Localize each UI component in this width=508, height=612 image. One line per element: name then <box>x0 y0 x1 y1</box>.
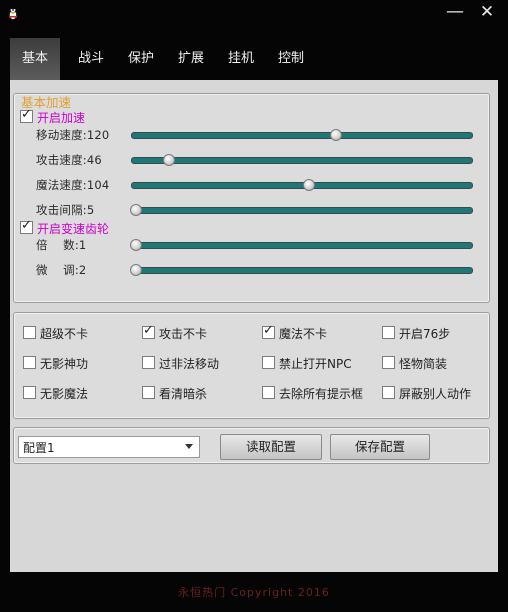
slider-thumb[interactable] <box>130 204 142 216</box>
fine-tune-slider[interactable] <box>130 264 473 276</box>
enable-speed-checkbox[interactable]: ✓ <box>20 107 33 123</box>
option-checkbox[interactable] <box>262 356 275 369</box>
checkmark-icon: ✓ <box>21 218 32 233</box>
tab-control[interactable]: 控制 <box>266 38 316 80</box>
close-button[interactable]: ✕ <box>474 1 500 23</box>
checkmark-icon: ✓ <box>143 323 154 338</box>
slider-thumb[interactable] <box>130 264 143 276</box>
slider-thumb[interactable] <box>130 239 142 251</box>
config-select[interactable]: 配置1 <box>18 436 200 458</box>
option-checkbox[interactable] <box>382 326 395 339</box>
attack-interval-slider[interactable] <box>130 204 473 216</box>
option-checkbox[interactable] <box>142 386 155 399</box>
enable-speed-label: 开启加速 <box>37 111 86 125</box>
multiplier-label: 倍 数:1 <box>36 238 87 252</box>
slider-thumb[interactable] <box>302 179 315 191</box>
option-label: 怪物简装 <box>399 357 448 371</box>
option-checkbox[interactable] <box>142 356 155 369</box>
options-group: 超级不卡 ✓ 攻击不卡 ✓ 魔法不卡 开启76步 无影神功 过非法移动 禁止打开… <box>13 312 490 419</box>
option-checkbox[interactable] <box>262 386 275 399</box>
minimize-button[interactable]: — <box>442 1 468 23</box>
slider-track <box>131 267 473 274</box>
multiplier-slider[interactable] <box>130 239 473 251</box>
footer-copyright: 永恒热门 Copyright 2016 <box>178 586 330 599</box>
option-label: 屏蔽别人动作 <box>399 387 472 401</box>
option-checkbox[interactable] <box>382 386 395 399</box>
speed-group: 基本加速 ✓ 开启加速 移动速度:120 攻击速度:46 魔法速度:104 攻击… <box>13 93 490 303</box>
penguin-icon <box>8 8 18 20</box>
move-speed-slider[interactable] <box>131 129 473 141</box>
enable-gear-checkbox[interactable]: ✓ <box>20 218 33 234</box>
slider-track <box>131 207 473 214</box>
option-label: 攻击不卡 <box>159 327 208 341</box>
option-label: 无影神功 <box>40 357 89 371</box>
tab-afk[interactable]: 挂机 <box>216 38 266 80</box>
save-config-button[interactable]: 保存配置 <box>330 434 430 460</box>
magic-speed-slider[interactable] <box>131 179 473 191</box>
attack-speed-slider[interactable] <box>131 154 473 166</box>
slider-thumb[interactable] <box>330 129 343 141</box>
config-select-value: 配置1 <box>23 441 55 455</box>
slider-track <box>131 182 473 189</box>
option-checkbox[interactable] <box>23 326 36 339</box>
option-checkbox[interactable]: ✓ <box>142 323 155 339</box>
option-label: 无影魔法 <box>40 387 89 401</box>
option-label: 看清暗杀 <box>159 387 208 401</box>
content-area: 基本加速 ✓ 开启加速 移动速度:120 攻击速度:46 魔法速度:104 攻击… <box>10 80 498 572</box>
load-config-button[interactable]: 读取配置 <box>220 434 322 460</box>
option-label: 魔法不卡 <box>279 327 328 341</box>
option-checkbox[interactable]: ✓ <box>262 323 275 339</box>
tab-combat[interactable]: 战斗 <box>66 38 116 80</box>
move-speed-label: 移动速度:120 <box>36 128 110 142</box>
option-label: 去除所有提示框 <box>279 387 364 401</box>
option-checkbox[interactable] <box>382 356 395 369</box>
tab-basic[interactable]: 基本 <box>10 38 60 80</box>
checkmark-icon: ✓ <box>263 323 274 338</box>
magic-speed-label: 魔法速度:104 <box>36 178 110 192</box>
tab-extend[interactable]: 扩展 <box>166 38 216 80</box>
option-label: 禁止打开NPC <box>279 357 352 371</box>
config-group: 配置1 读取配置 保存配置 <box>13 427 490 464</box>
slider-thumb[interactable] <box>162 154 175 166</box>
enable-gear-label: 开启变速齿轮 <box>37 222 110 236</box>
slider-track <box>131 157 473 164</box>
slider-track <box>131 242 473 249</box>
app-window: — ✕ 基本 战斗 保护 扩展 挂机 控制 基本加速 ✓ 开启加速 移动速度:1… <box>0 0 508 612</box>
tab-protect[interactable]: 保护 <box>116 38 166 80</box>
option-label: 开启76步 <box>399 327 451 341</box>
chevron-down-icon <box>185 444 193 449</box>
tab-bar: 基本 战斗 保护 扩展 挂机 控制 <box>10 38 498 80</box>
option-label: 超级不卡 <box>40 327 89 341</box>
fine-tune-label: 微 调:2 <box>36 263 87 277</box>
option-label: 过非法移动 <box>159 357 220 371</box>
slider-track <box>131 132 473 139</box>
attack-interval-label: 攻击间隔:5 <box>36 203 95 217</box>
option-checkbox[interactable] <box>23 356 36 369</box>
attack-speed-label: 攻击速度:46 <box>36 153 102 167</box>
checkmark-icon: ✓ <box>21 107 32 122</box>
option-checkbox[interactable] <box>23 386 36 399</box>
